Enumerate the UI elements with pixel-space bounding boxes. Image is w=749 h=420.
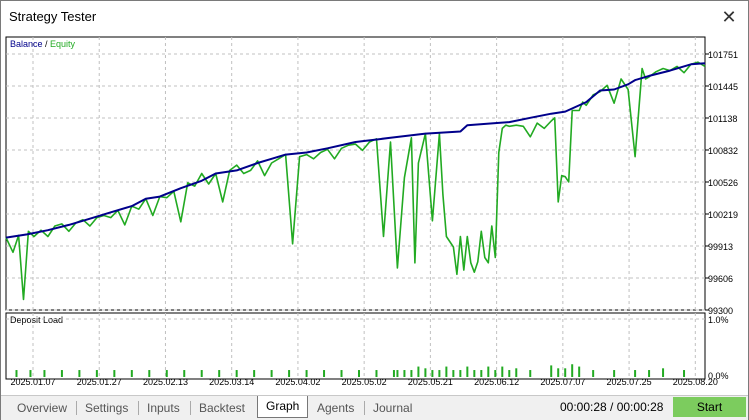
- deposit-load-bar: [396, 370, 399, 377]
- deposit-load-bar: [165, 370, 168, 377]
- chart-legend: Balance / Equity: [10, 39, 76, 49]
- deposit-load-bar: [487, 366, 490, 377]
- tab-divider: [190, 401, 191, 415]
- x-tick-label: 2025.05.21: [408, 377, 453, 387]
- tab-inputs[interactable]: Inputs: [147, 399, 180, 417]
- deposit-load-bar: [95, 370, 98, 377]
- tab-divider: [138, 401, 139, 415]
- legend-separator: /: [43, 39, 51, 49]
- y-tick-label: 101138: [708, 114, 737, 124]
- x-tick-label: 2025.05.02: [342, 377, 387, 387]
- deposit-load-bar: [340, 370, 343, 377]
- deposit-load-bar: [571, 364, 574, 377]
- deposit-load-bar: [43, 370, 46, 377]
- legend-equity: Equity: [50, 39, 76, 49]
- deposit-load-title: Deposit Load: [10, 315, 63, 325]
- deposit-load-bar: [662, 368, 665, 377]
- y-tick-label: 1.0%: [708, 315, 729, 325]
- window-title: Strategy Tester: [9, 9, 97, 24]
- deposit-load-bar: [459, 370, 462, 377]
- tab-overview[interactable]: Overview: [17, 399, 67, 417]
- tab-backtest[interactable]: Backtest: [199, 399, 245, 417]
- deposit-load-bar: [515, 368, 518, 377]
- deposit-load-bar: [529, 370, 532, 377]
- deposit-load-bar: [78, 370, 81, 377]
- deposit-load-bar: [183, 370, 186, 377]
- tab-settings[interactable]: Settings: [85, 399, 128, 417]
- deposit-load-bar: [270, 370, 273, 377]
- deposit-load-bar: [375, 370, 378, 377]
- close-icon[interactable]: ✕: [718, 6, 740, 28]
- y-tick-label: 101751: [708, 50, 738, 60]
- x-tick-label: 2025.03.14: [209, 377, 254, 387]
- deposit-load-bar: [634, 370, 637, 377]
- deposit-load-bar: [253, 370, 256, 377]
- deposit-load-bar: [410, 370, 413, 377]
- y-tick-label: 99913: [708, 242, 733, 252]
- deposit-load-bar: [218, 370, 221, 377]
- deposit-load-bar: [557, 368, 560, 377]
- title-bar: Strategy Tester ✕: [1, 1, 748, 33]
- deposit-load-bar: [473, 370, 476, 377]
- deposit-load-bar: [578, 366, 581, 377]
- deposit-load-bar: [235, 370, 238, 377]
- x-tick-label: 2025.02.13: [143, 377, 188, 387]
- tab-graph[interactable]: Graph: [257, 396, 309, 418]
- deposit-load-bar: [288, 370, 291, 377]
- y-tick-label: 100526: [708, 178, 738, 188]
- deposit-load-bar: [431, 370, 434, 377]
- tab-divider: [364, 401, 365, 415]
- deposit-load-bar: [130, 370, 133, 377]
- x-tick-label: 2025.07.07: [540, 377, 585, 387]
- deposit-load-bar: [357, 370, 360, 377]
- deposit-load-bar: [113, 370, 116, 377]
- deposit-load-bar: [417, 366, 420, 377]
- y-tick-label: 100219: [708, 210, 738, 220]
- deposit-load-bar: [392, 370, 395, 377]
- deposit-load-bar: [15, 370, 18, 377]
- deposit-load-bar: [29, 370, 32, 377]
- deposit-load-bar: [592, 370, 595, 377]
- deposit-load-bar: [323, 370, 326, 377]
- deposit-load-bar: [424, 368, 427, 377]
- strategy-tester-window: Strategy Tester ✕ 101751 101445 101138 1008…: [0, 0, 749, 420]
- start-button[interactable]: Start: [673, 397, 746, 417]
- deposit-load-bar: [200, 370, 203, 377]
- deposit-load-bar: [550, 365, 553, 377]
- deposit-load-bar: [466, 366, 469, 377]
- x-tick-label: 2025.01.27: [77, 377, 122, 387]
- deposit-load-bar: [648, 370, 651, 377]
- tab-agents[interactable]: Agents: [317, 399, 354, 417]
- main-plot-frame: [5, 36, 706, 311]
- tab-journal[interactable]: Journal: [373, 399, 412, 417]
- balance-equity-chart: 101751 101445 101138 100832 100526 100219 9991…: [5, 36, 738, 387]
- graph-panel: 101751 101445 101138 100832 100526 100219 9991…: [1, 33, 748, 387]
- deposit-load-bar: [60, 370, 63, 377]
- deposit-load-bar: [403, 370, 406, 377]
- deposit-load-bar: [445, 366, 448, 377]
- deposit-load-bar: [148, 370, 151, 377]
- deposit-load-bar: [564, 368, 567, 377]
- y-tick-label: 99606: [708, 274, 733, 284]
- deposit-load-bar: [613, 370, 616, 377]
- x-tick-label: 2025.01.07: [10, 377, 55, 387]
- deposit-load-bar: [438, 370, 441, 377]
- deposit-load-bar: [501, 366, 504, 377]
- deposit-load-bar: [494, 370, 497, 377]
- legend-balance: Balance: [10, 39, 43, 49]
- tab-divider: [76, 401, 77, 415]
- deposit-load-bar: [305, 370, 308, 377]
- deposit-load-bar: [452, 370, 455, 377]
- y-tick-label: 100832: [708, 146, 738, 156]
- deposit-load-bar: [508, 370, 511, 377]
- deposit-load-frame: [5, 312, 706, 380]
- y-tick-label: 101445: [708, 82, 738, 92]
- elapsed-timer: 00:00:28 / 00:00:28: [560, 400, 664, 414]
- y-tick-label: 0.0%: [708, 371, 729, 381]
- deposit-load-bar: [480, 370, 483, 377]
- deposit-load-bar: [683, 370, 686, 377]
- x-tick-label: 2025.06.12: [474, 377, 519, 387]
- x-tick-label: 2025.07.25: [607, 377, 652, 387]
- x-tick-label: 2025.04.02: [275, 377, 320, 387]
